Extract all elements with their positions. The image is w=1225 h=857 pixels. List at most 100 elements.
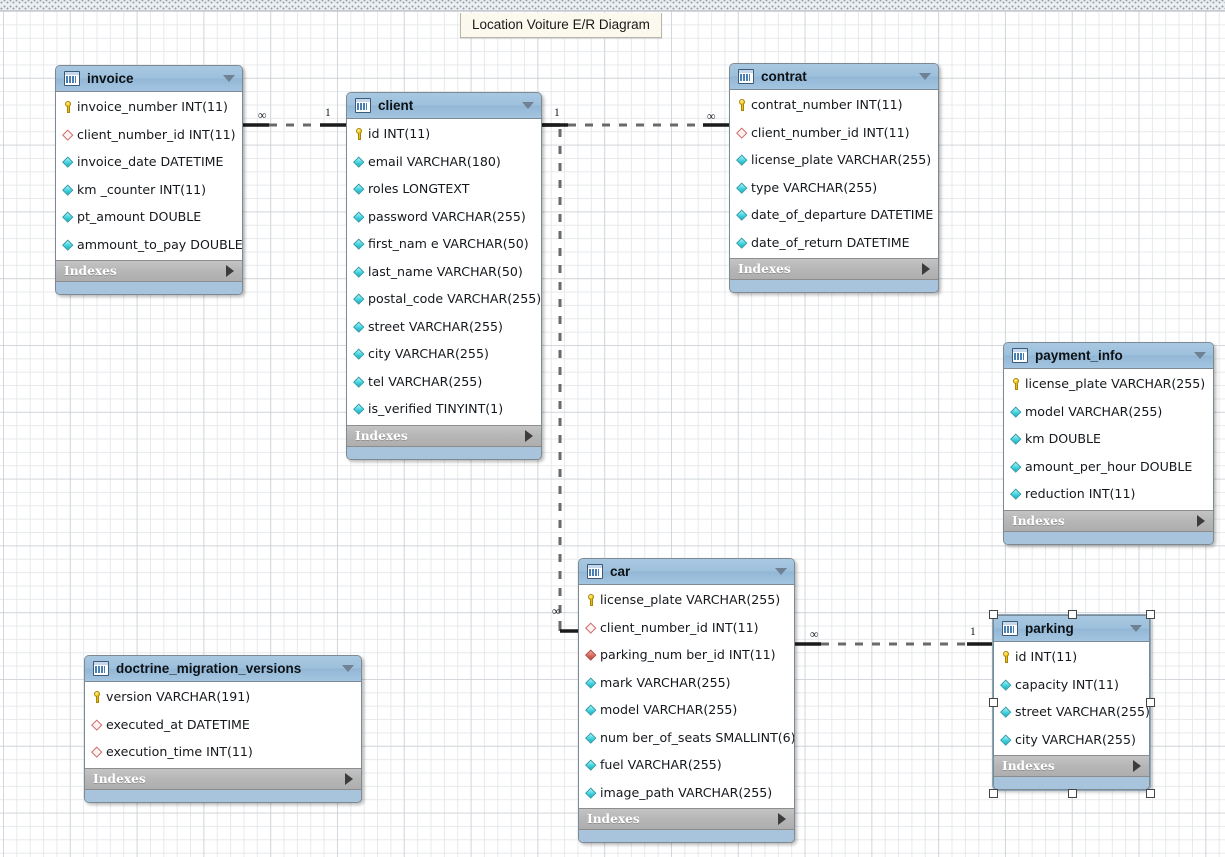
column-row[interactable]: last_name VARCHAR(50) [347,258,541,286]
indexes-section-client[interactable]: Indexes [347,424,541,447]
column-row[interactable]: id INT(11) [347,120,541,148]
chevron-down-icon[interactable] [522,102,534,109]
chevron-down-icon[interactable] [342,665,354,672]
chevron-down-icon[interactable] [919,73,931,80]
resize-handle-se[interactable] [1146,789,1155,798]
column-row[interactable]: street VARCHAR(255) [994,698,1149,726]
resize-handle-s[interactable] [1067,789,1077,798]
indexes-section-parking[interactable]: Indexes [994,755,1149,777]
indexes-section-doctrine_migration_versions[interactable]: Indexes [85,767,361,790]
chevron-right-icon[interactable] [922,263,930,275]
table-header-car[interactable]: car [579,559,794,585]
column-row[interactable]: date_of_departure DATETIME [730,201,938,229]
column-diamond-icon [353,154,366,168]
table-header-doctrine_migration_versions[interactable]: doctrine_migration_versions [85,656,361,682]
table-client[interactable]: client id INT(11) email VARCHAR(180) roles LON… [346,92,542,460]
column-row[interactable]: km DOUBLE [1004,425,1213,453]
column-row[interactable]: executed_at DATETIME [85,711,361,739]
table-header-contrat[interactable]: contrat [730,64,938,90]
indexes-label: Indexes [1012,513,1065,528]
chevron-right-icon[interactable] [778,813,786,825]
resize-handle-n[interactable] [1067,610,1077,619]
column-row[interactable]: id INT(11) [994,643,1149,671]
column-row[interactable]: roles LONGTEXT [347,175,541,203]
column-row[interactable]: amount_per_hour DOUBLE [1004,453,1213,481]
column-row[interactable]: license_plate VARCHAR(255) [1004,370,1213,398]
column-row[interactable]: capacity INT(11) [994,671,1149,699]
column-type: DATETIME [160,154,224,170]
column-diamond-icon [353,402,366,416]
column-row[interactable]: city VARCHAR(255) [994,726,1149,754]
table-car[interactable]: car license_plate VARCHAR(255) client_numbe… [578,558,795,843]
chevron-down-icon[interactable] [775,568,787,575]
table-header-payment_info[interactable]: payment_info [1004,343,1213,369]
column-row[interactable]: model VARCHAR(255) [579,696,794,724]
table-header-parking[interactable]: parking [994,616,1149,642]
column-row[interactable]: tel VARCHAR(255) [347,368,541,396]
resize-handle-w[interactable] [989,697,998,707]
column-row[interactable]: client_number_id INT(11) [730,119,938,147]
column-row[interactable]: street VARCHAR(255) [347,313,541,341]
chevron-right-icon[interactable] [226,265,234,277]
column-row[interactable]: image_path VARCHAR(255) [579,779,794,807]
column-row[interactable]: license_plate VARCHAR(255) [579,586,794,614]
table-icon [93,661,109,676]
relationship-client-car[interactable] [542,123,578,633]
chevron-right-icon[interactable] [1197,514,1205,527]
chevron-right-icon[interactable] [525,429,533,442]
column-row[interactable]: postal_code VARCHAR(255) [347,285,541,313]
indexes-section-payment_info[interactable]: Indexes [1004,509,1213,532]
table-parking[interactable]: parking id INT(11) capacity INT(11) street VAR… [992,614,1151,791]
column-row[interactable]: execution_time INT(11) [85,738,361,766]
chevron-right-icon[interactable] [1133,760,1141,772]
column-row[interactable]: mark VARCHAR(255) [579,669,794,697]
table-name-label: payment_info [1035,348,1123,363]
chevron-right-icon[interactable] [345,772,353,785]
column-name: last_name [368,263,433,279]
column-row[interactable]: password VARCHAR(255) [347,203,541,231]
column-row[interactable]: contrat_number INT(11) [730,91,938,119]
resize-handle-ne[interactable] [1146,610,1155,619]
column-row[interactable]: first_nam e VARCHAR(50) [347,230,541,258]
column-row[interactable]: client_number_id INT(11) [579,614,794,642]
table-header-client[interactable]: client [347,93,541,119]
indexes-section-invoice[interactable]: Indexes [56,260,242,282]
column-row[interactable]: date_of_return DATETIME [730,229,938,257]
column-row[interactable]: model VARCHAR(255) [1004,398,1213,426]
er-diagram-canvas[interactable]: Location Voiture E/R Diagram invoice invo… [0,0,1225,857]
chevron-down-icon[interactable] [1130,625,1142,632]
table-payment_info[interactable]: payment_info license_plate VARCHAR(255) mod… [1003,342,1214,545]
foreign-key-diamond-icon [91,717,104,731]
table-doctrine_migration_versions[interactable]: doctrine_migration_versions version VARCHA… [84,655,362,803]
column-row[interactable]: client_number_id INT(11) [56,121,242,149]
column-row[interactable]: email VARCHAR(180) [347,148,541,176]
column-row[interactable]: invoice_number INT(11) [56,93,242,121]
table-header-invoice[interactable]: invoice [56,66,242,92]
column-diamond-icon [1010,404,1023,418]
column-row[interactable]: ammount_to_pay DOUBLE [56,231,242,259]
column-row[interactable]: type VARCHAR(255) [730,174,938,202]
column-row[interactable]: city VARCHAR(255) [347,340,541,368]
column-row[interactable]: is_verified TINYINT(1) [347,395,541,423]
column-row[interactable]: invoice_date DATETIME [56,148,242,176]
column-row[interactable]: reduction INT(11) [1004,480,1213,508]
column-type: INT(11) [181,99,228,115]
column-name: num ber_of_seats [600,729,712,745]
column-row[interactable]: version VARCHAR(191) [85,683,361,711]
table-invoice[interactable]: invoice invoice_number INT(11) client_numbe… [55,65,243,295]
chevron-down-icon[interactable] [223,75,235,82]
indexes-section-car[interactable]: Indexes [579,808,794,830]
resize-handle-nw[interactable] [989,610,998,619]
table-footer [347,446,541,459]
column-row[interactable]: num ber_of_seats SMALLINT(6) [579,724,794,752]
column-row[interactable]: license_plate VARCHAR(255) [730,146,938,174]
column-row[interactable]: fuel VARCHAR(255) [579,751,794,779]
table-contrat[interactable]: contrat contrat_number INT(11) client_numbe… [729,63,939,293]
indexes-section-contrat[interactable]: Indexes [730,258,938,280]
column-row[interactable]: pt_amount DOUBLE [56,203,242,231]
column-row[interactable]: km _counter INT(11) [56,176,242,204]
resize-handle-sw[interactable] [989,789,998,798]
resize-handle-e[interactable] [1146,697,1155,707]
column-row[interactable]: parking_num ber_id INT(11) [579,641,794,669]
chevron-down-icon[interactable] [1194,352,1206,359]
